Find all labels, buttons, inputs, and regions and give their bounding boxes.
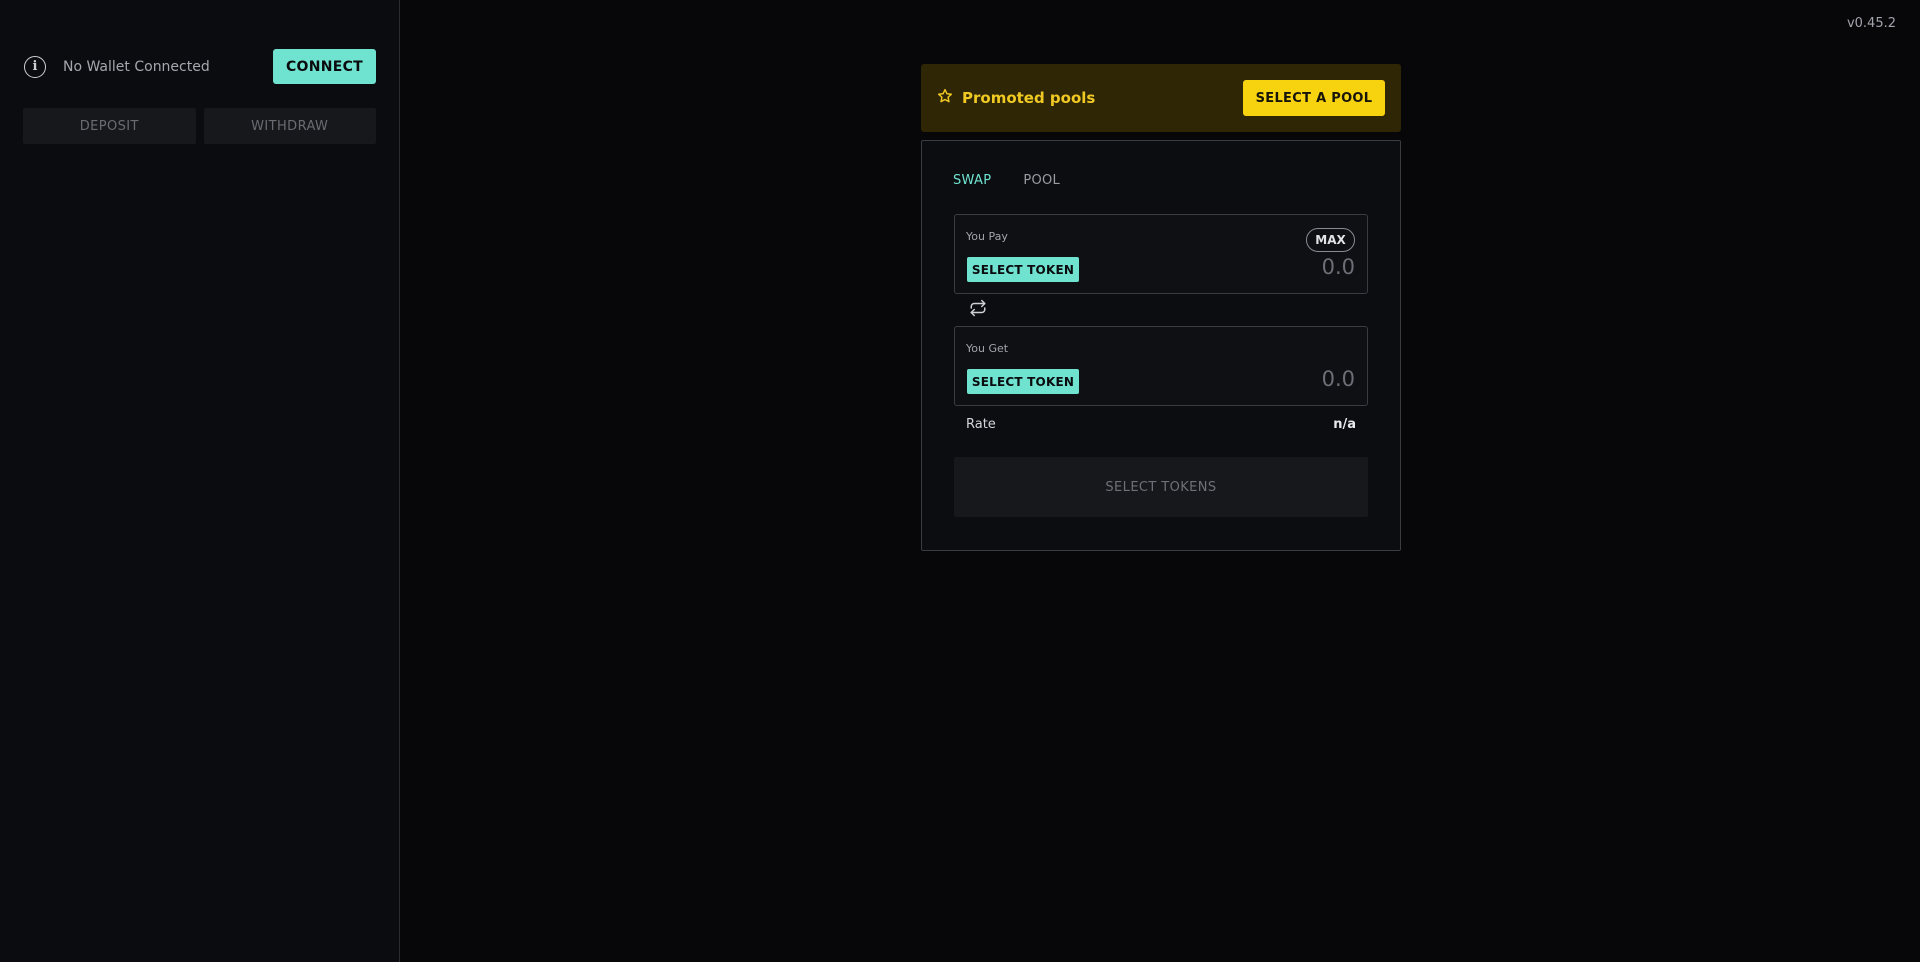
you-pay-box: You Pay MAX SELECT TOKEN 0.0 — [954, 214, 1368, 294]
pay-amount-input[interactable]: 0.0 — [1322, 255, 1355, 279]
you-pay-label: You Pay — [966, 230, 1008, 243]
sidebar: i No Wallet Connected CONNECT DEPOSIT WI… — [0, 0, 400, 962]
you-get-box: You Get SELECT TOKEN 0.0 — [954, 326, 1368, 406]
deposit-button[interactable]: DEPOSIT — [23, 108, 196, 144]
select-pool-button[interactable]: SELECT A POOL — [1243, 80, 1385, 116]
wallet-status-text: No Wallet Connected — [63, 58, 210, 75]
star-icon — [937, 88, 953, 108]
deposit-withdraw-tabs: DEPOSIT WITHDRAW — [23, 108, 376, 144]
promoted-pools-banner: Promoted pools SELECT A POOL — [921, 64, 1401, 132]
withdraw-button[interactable]: WITHDRAW — [203, 108, 376, 144]
rate-row: Rate n/a — [966, 417, 1356, 432]
wallet-status-row: i No Wallet Connected CONNECT — [24, 49, 376, 84]
swap-card: SWAP POOL You Pay MAX SELECT TOKEN 0.0 Y… — [921, 140, 1401, 551]
rate-value: n/a — [1333, 417, 1356, 432]
get-amount-input[interactable]: 0.0 — [1322, 367, 1355, 391]
swap-tabs: SWAP POOL — [953, 173, 1060, 188]
swap-direction-icon[interactable] — [969, 299, 987, 317]
info-icon: i — [24, 55, 46, 78]
max-button[interactable]: MAX — [1306, 228, 1355, 252]
promoted-pools-title: Promoted pools — [962, 89, 1096, 107]
select-tokens-button[interactable]: SELECT TOKENS — [954, 457, 1368, 517]
rate-label: Rate — [966, 417, 996, 432]
pay-select-token-button[interactable]: SELECT TOKEN — [967, 257, 1079, 282]
tab-swap[interactable]: SWAP — [953, 173, 991, 188]
tab-pool[interactable]: POOL — [1023, 173, 1060, 188]
you-get-label: You Get — [966, 342, 1009, 355]
connect-button[interactable]: CONNECT — [273, 49, 376, 84]
version-label: v0.45.2 — [1846, 16, 1896, 31]
get-select-token-button[interactable]: SELECT TOKEN — [967, 369, 1079, 394]
